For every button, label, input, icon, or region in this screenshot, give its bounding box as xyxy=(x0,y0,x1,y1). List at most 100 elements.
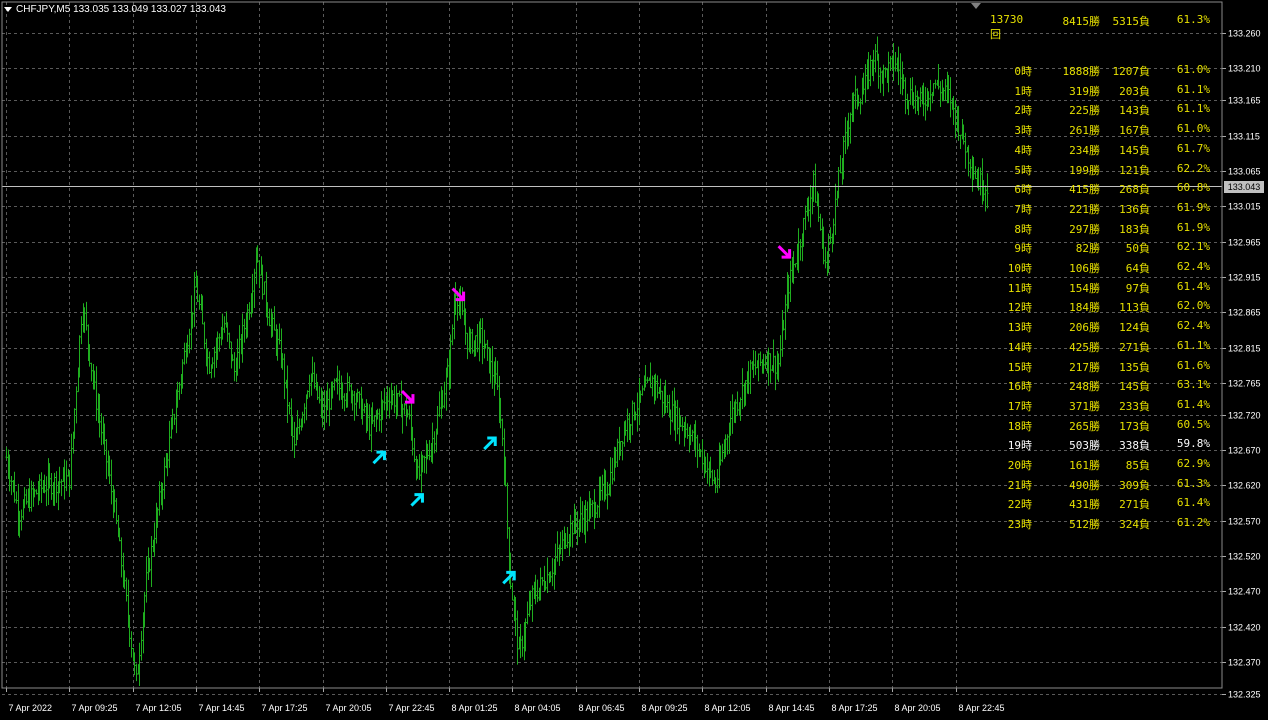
hourly-rate: 61.0% xyxy=(1176,122,1210,136)
hourly-stats-row: 17時 371勝 233負 61.4% xyxy=(990,397,1220,413)
hourly-hour: 4時 xyxy=(1014,143,1032,157)
y-tick-label: 132.370 xyxy=(1228,658,1261,668)
sell-arrow-icon xyxy=(400,390,415,404)
current-price-tag: 133.043 xyxy=(1224,180,1264,193)
hourly-wins: 1888勝 xyxy=(1062,65,1101,78)
x-tick-label: 7 Apr 09:25 xyxy=(72,703,118,713)
hourly-rate: 61.6% xyxy=(1176,358,1210,372)
y-tick-label: 132.720 xyxy=(1228,411,1261,421)
hourly-losses: 167負 xyxy=(1119,124,1150,138)
hourly-stats-row: 5時 199勝 121負 62.2% xyxy=(990,161,1220,177)
hourly-wins: 106勝 xyxy=(1069,262,1100,275)
hourly-hour: 6時 xyxy=(1014,183,1032,197)
hourly-hour: 14時 xyxy=(1007,340,1032,354)
hourly-wins: 297勝 xyxy=(1069,222,1100,236)
hourly-rate: 61.2% xyxy=(1176,516,1210,530)
x-tick-label: 7 Apr 2022 xyxy=(9,703,53,713)
hourly-losses: 145負 xyxy=(1119,380,1150,394)
hourly-stats-row: 11時 154勝 97負 61.4% xyxy=(990,279,1220,295)
hourly-losses: 85負 xyxy=(1125,459,1150,472)
hourly-losses: 203負 xyxy=(1119,84,1150,98)
x-tick-label: 8 Apr 01:25 xyxy=(452,703,498,713)
hourly-stats-row: 12時 184勝 113負 62.0% xyxy=(990,299,1220,314)
hourly-losses: 233負 xyxy=(1119,399,1150,413)
hourly-losses: 268負 xyxy=(1119,183,1150,197)
hourly-rate: 61.1% xyxy=(1176,102,1210,116)
hourly-rate: 62.2% xyxy=(1176,161,1210,175)
hourly-stats-row: 1時 319勝 203負 61.1% xyxy=(990,83,1220,98)
symbol-label: CHFJPY,M5 xyxy=(16,4,71,15)
x-tick-label: 7 Apr 17:25 xyxy=(262,703,308,713)
hourly-rate: 62.4% xyxy=(1176,260,1210,273)
hourly-stats-table: 0時 1888勝 1207負 61.0% 1時 319勝 203負 61.1% 2時 225勝 14… xyxy=(990,0,1220,720)
hourly-hour: 5時 xyxy=(1014,163,1032,177)
hourly-losses: 135負 xyxy=(1119,360,1150,374)
hourly-stats-row: 4時 234勝 145負 61.7% xyxy=(990,142,1220,157)
hourly-wins: 265勝 xyxy=(1069,419,1100,433)
hourly-wins: 206勝 xyxy=(1069,321,1100,335)
hourly-stats-row: 15時 217勝 135負 61.6% xyxy=(990,358,1220,374)
dropdown-triangle-icon[interactable] xyxy=(4,6,12,12)
x-tick-label: 8 Apr 04:05 xyxy=(515,703,561,713)
x-tick-label: 7 Apr 14:45 xyxy=(199,703,245,713)
hourly-losses: 1207負 xyxy=(1112,65,1151,78)
buy-arrow-shaft xyxy=(372,452,385,465)
hourly-losses: 338負 xyxy=(1119,439,1150,453)
hourly-hour: 0時 xyxy=(1014,65,1032,78)
hourly-hour: 9時 xyxy=(1014,242,1032,256)
hourly-rate: 61.9% xyxy=(1176,220,1210,234)
hourly-rate: 62.0% xyxy=(1176,299,1210,313)
hourly-hour: 22時 xyxy=(1007,498,1032,512)
hourly-rate: 61.4% xyxy=(1176,397,1210,411)
x-tick-label: 8 Apr 09:25 xyxy=(642,703,688,713)
hourly-hour: 7時 xyxy=(1014,202,1032,216)
y-tick-label: 132.325 xyxy=(1228,690,1261,700)
hourly-stats-row: 19時 503勝 338負 59.8% xyxy=(990,437,1220,453)
hourly-losses: 271負 xyxy=(1119,498,1150,512)
y-tick-label: 132.620 xyxy=(1228,481,1261,491)
y-tick-label: 132.915 xyxy=(1228,273,1261,283)
chart-shift-marker-icon[interactable] xyxy=(971,3,981,9)
hourly-stats-row: 7時 221勝 136負 61.9% xyxy=(990,200,1220,216)
hourly-wins: 503勝 xyxy=(1069,439,1100,453)
hourly-hour: 1時 xyxy=(1014,84,1032,98)
hourly-rate: 60.5% xyxy=(1176,417,1210,431)
hourly-losses: 324負 xyxy=(1119,518,1150,532)
hourly-rate: 61.3% xyxy=(1176,476,1210,490)
hourly-wins: 199勝 xyxy=(1069,163,1100,177)
hourly-stats-row: 23時 512勝 324負 61.2% xyxy=(990,516,1220,532)
hourly-stats-row: 20時 161勝 85負 62.9% xyxy=(990,457,1220,472)
hourly-wins: 82勝 xyxy=(1075,242,1100,256)
hourly-wins: 415勝 xyxy=(1069,183,1100,197)
hourly-losses: 64負 xyxy=(1125,262,1150,275)
ohlc-values: 133.035 133.049 133.027 133.043 xyxy=(73,4,226,15)
hourly-rate: 61.4% xyxy=(1176,279,1210,293)
y-tick-label: 132.470 xyxy=(1228,587,1261,597)
hourly-hour: 13時 xyxy=(1007,321,1032,335)
hourly-stats-row: 16時 248勝 145負 63.1% xyxy=(990,378,1220,394)
hourly-losses: 121負 xyxy=(1119,163,1150,177)
price-axis: 133.260 133.210 133.165 133.115 133.065 133.0… xyxy=(1222,29,1261,700)
hourly-stats-row: 6時 415勝 268負 60.8% xyxy=(990,181,1220,197)
hourly-stats-row: 3時 261勝 167負 61.0% xyxy=(990,122,1220,138)
hourly-wins: 217勝 xyxy=(1069,360,1100,374)
buy-arrow-icon xyxy=(502,570,516,585)
y-tick-label: 133.015 xyxy=(1228,202,1261,212)
hourly-wins: 431勝 xyxy=(1069,498,1100,512)
buy-arrow-shaft xyxy=(410,494,423,507)
hourly-stats-row: 21時 490勝 309負 61.3% xyxy=(990,476,1220,492)
y-tick-label: 132.965 xyxy=(1228,238,1261,248)
y-tick-label: 133.065 xyxy=(1228,167,1261,177)
x-tick-label: 8 Apr 12:05 xyxy=(705,703,751,713)
hourly-rate: 62.9% xyxy=(1176,457,1210,470)
hourly-rate: 61.4% xyxy=(1176,496,1210,510)
hourly-losses: 173負 xyxy=(1119,419,1150,433)
hourly-wins: 221勝 xyxy=(1069,202,1100,216)
y-tick-label: 133.115 xyxy=(1228,132,1260,142)
hourly-stats-row: 18時 265勝 173負 60.5% xyxy=(990,417,1220,433)
y-tick-label: 133.260 xyxy=(1228,29,1261,39)
y-tick-label: 132.865 xyxy=(1228,308,1261,318)
hourly-losses: 309負 xyxy=(1119,478,1150,492)
hourly-rate: 61.9% xyxy=(1176,200,1210,214)
hourly-hour: 15時 xyxy=(1007,360,1032,374)
